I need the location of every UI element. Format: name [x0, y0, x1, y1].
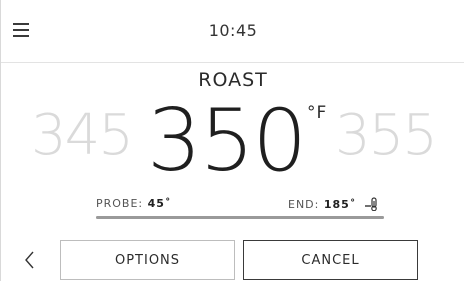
probe-progress-fill [96, 216, 384, 219]
end-label: END: [288, 198, 320, 211]
end-value: 185˚ [323, 198, 357, 211]
end-temp: END: 185˚ [288, 197, 379, 214]
top-bar: 10:45 [1, 0, 464, 63]
cook-mode-title: ROAST [198, 69, 268, 91]
probe-progress-bar [96, 216, 384, 219]
probe-temp: PROBE: 45˚ [96, 197, 171, 210]
temp-current-value[interactable]: 350 [147, 98, 307, 184]
probe-value: 45˚ [147, 197, 172, 210]
options-button[interactable]: OPTIONS [60, 240, 235, 280]
cancel-button[interactable]: CANCEL [243, 240, 418, 280]
temp-unit: °F [307, 103, 328, 123]
temp-prev-option[interactable]: 345 [31, 108, 134, 164]
oven-screen: 10:45 ROAST 345 350 °F 355 PROBE: 45˚ EN… [0, 0, 464, 281]
probe-label: PROBE: [96, 197, 144, 210]
clock-time: 10:45 [208, 21, 258, 40]
temperature-picker[interactable]: 345 350 °F 355 [1, 98, 464, 184]
thermometer-probe-icon [364, 197, 379, 214]
chevron-left-icon[interactable] [23, 249, 43, 271]
temp-next-option[interactable]: 355 [335, 108, 438, 164]
